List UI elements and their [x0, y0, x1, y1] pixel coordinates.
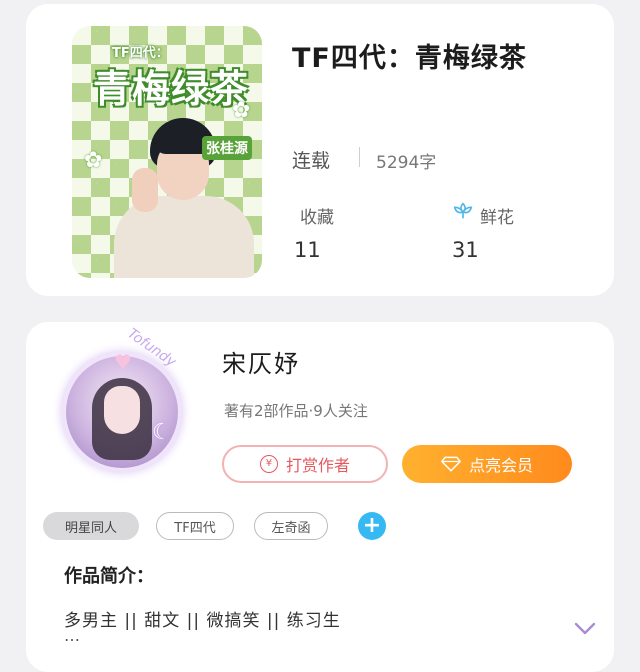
cover-author-tag: 张桂源 — [202, 136, 252, 160]
moon-icon: ☾ — [152, 420, 172, 445]
vip-label: 点亮会员 — [468, 456, 533, 475]
favorites-count: 11 — [294, 238, 321, 262]
flower-icon[interactable] — [452, 200, 474, 222]
flowers-count: 31 — [452, 238, 479, 262]
serial-status: 连载 — [292, 150, 331, 172]
intro-label: 作品简介： — [64, 566, 154, 587]
book-card: TF四代： 青梅绿茶 ✿ ✿ 张桂源 TF四代：青梅绿茶 连载 5294字 收藏… — [26, 4, 614, 296]
tag-item[interactable]: 左奇函 — [254, 512, 328, 540]
vip-button[interactable]: 点亮会员 — [402, 445, 572, 483]
intro-ellipsis: … — [64, 626, 80, 645]
chevron-down-icon[interactable] — [574, 622, 596, 636]
book-cover-image[interactable]: TF四代： 青梅绿茶 ✿ ✿ 张桂源 — [72, 26, 262, 278]
add-tag-button[interactable]: + — [358, 512, 386, 540]
tag-item[interactable]: TF四代 — [156, 512, 234, 540]
author-name[interactable]: 宋仄妤 — [222, 344, 300, 379]
yen-icon: ¥ — [259, 455, 278, 473]
reward-author-label: 打赏作者 — [285, 456, 350, 475]
reward-author-button[interactable]: ¥ 打赏作者 — [222, 445, 388, 483]
flower-decoration-icon: ✿ — [84, 148, 103, 173]
cover-title: 青梅绿茶 — [92, 67, 249, 111]
diamond-icon — [441, 456, 461, 472]
flowers-label: 鲜花 — [480, 208, 514, 228]
heart-icon: ♥ — [114, 350, 132, 374]
author-avatar[interactable]: ♥ ☾ Tofundy — [54, 326, 194, 480]
favorites-label: 收藏 — [300, 208, 334, 228]
tag-item[interactable]: 明星同人 — [43, 512, 139, 540]
divider — [359, 147, 360, 167]
word-count: 5294字 — [376, 153, 437, 173]
intro-text: 多男主 || 甜文 || 微搞笑 || 练习生 — [64, 611, 341, 631]
author-stats: 著有2部作品·9人关注 — [224, 402, 368, 420]
author-card: ♥ ☾ Tofundy 宋仄妤 著有2部作品·9人关注 ¥ 打赏作者 点亮会员 … — [26, 322, 614, 672]
book-title: TF四代：青梅绿茶 — [292, 43, 527, 74]
